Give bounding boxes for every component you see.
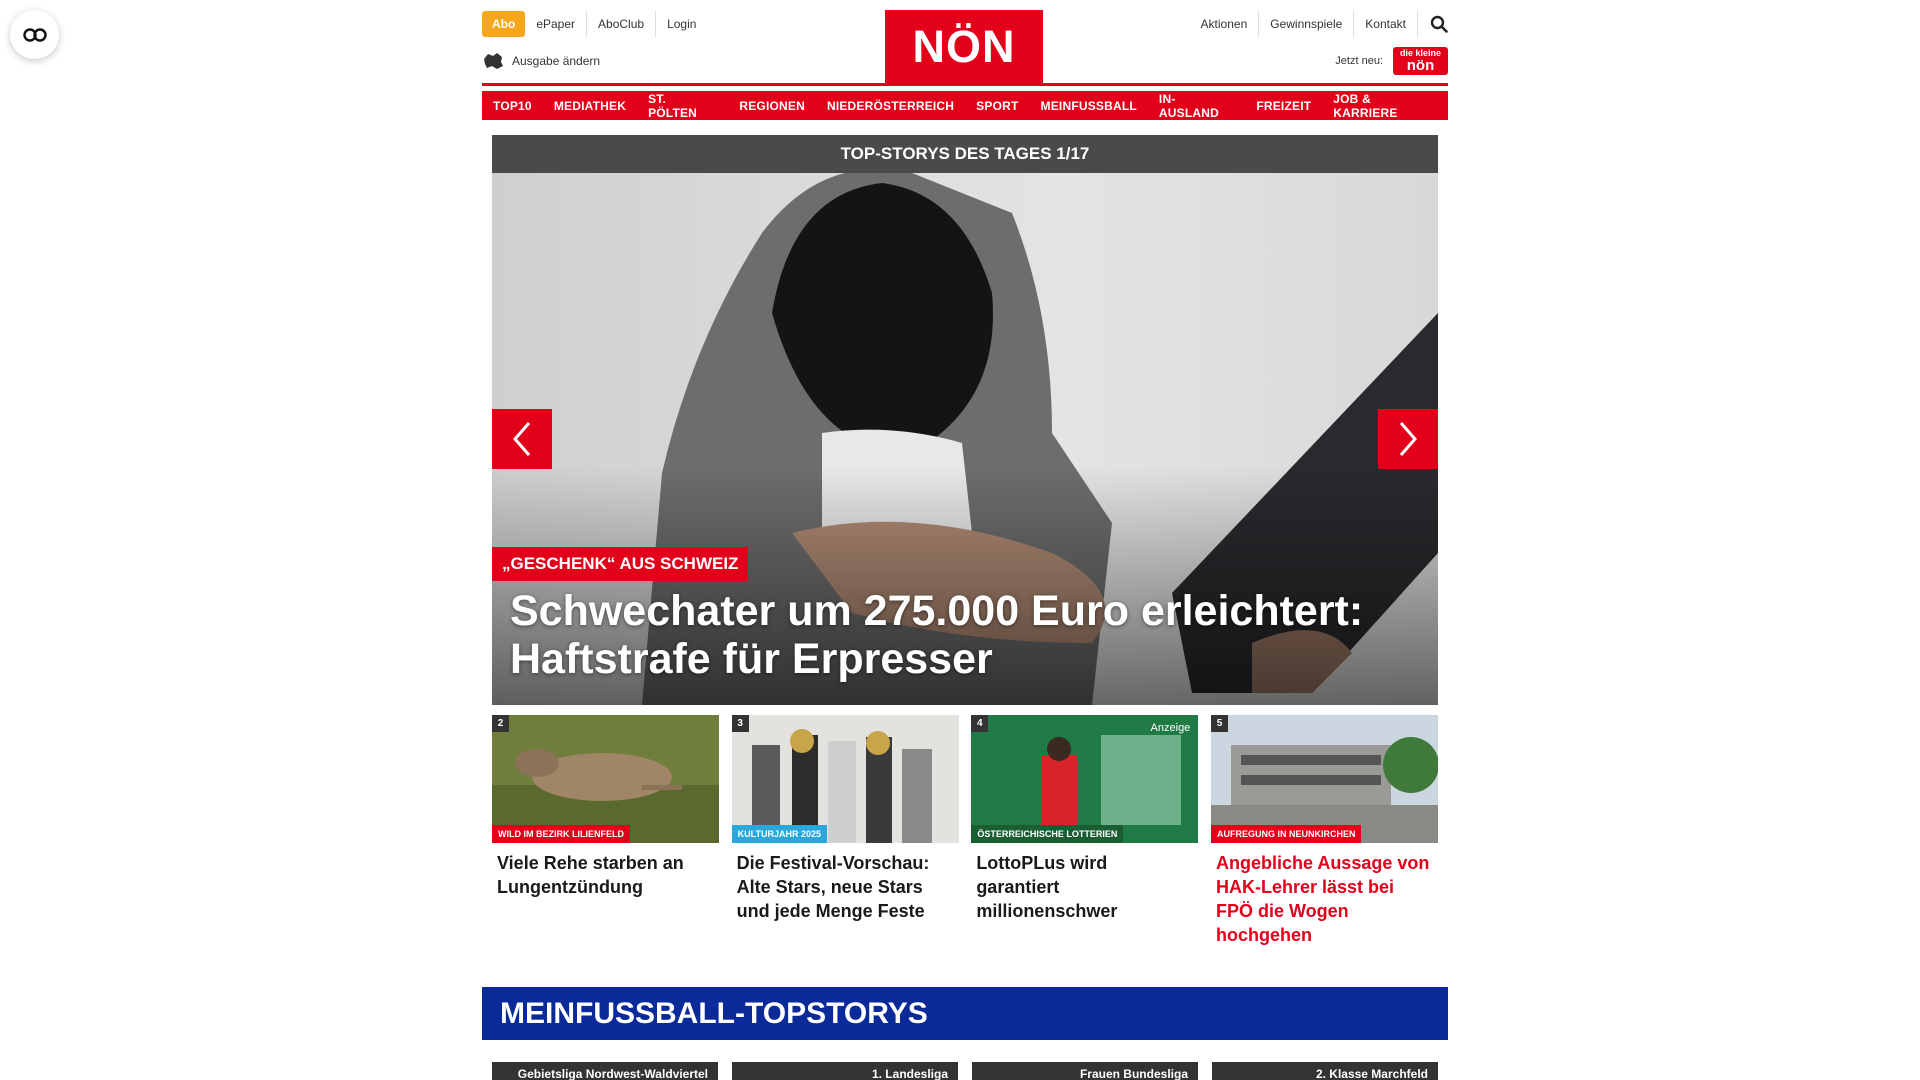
aktionen-link[interactable]: Aktionen <box>1190 11 1260 37</box>
accessibility-toggle-button[interactable] <box>10 10 59 59</box>
hero-headline[interactable]: Schwechater um 275.000 Euro erleichtert:… <box>510 587 1430 683</box>
story-image: 3 Kulturjahr 2025 <box>731 715 959 843</box>
story-title[interactable]: Angebliche Aussage von HAK-Lehrer lässt … <box>1211 843 1438 947</box>
page-wrapper: Abo ePaper AboClub Login Ausgabe ändern … <box>482 0 1448 1080</box>
fussball-cards: Gebietsliga Nordwest-Waldviertel 1. Land… <box>492 1062 1438 1080</box>
story-title[interactable]: LottoPLus wird garantiert millionenschwe… <box>971 843 1198 923</box>
fussball-card[interactable]: Gebietsliga Nordwest-Waldviertel <box>492 1062 718 1080</box>
fussball-card[interactable]: 1. Landesliga <box>732 1062 958 1080</box>
hero-story[interactable]: „Geschenk“ aus Schweiz Schwechater um 27… <box>492 173 1438 705</box>
league-label: Gebietsliga Nordwest-Waldviertel <box>517 1067 708 1080</box>
jetzt-neu-promo[interactable]: Jetzt neu: die kleine nön <box>1335 47 1448 75</box>
site-logo[interactable]: NÖN <box>885 10 1043 83</box>
kontakt-link[interactable]: Kontakt <box>1354 11 1418 37</box>
tab-meinfussball[interactable]: MEINFUSSBALL <box>1029 91 1148 120</box>
tab-sport[interactable]: SPORT <box>965 91 1030 120</box>
story-card[interactable]: 2 Wild im Bezirk Lilienfeld Viele Rehe s… <box>492 715 719 947</box>
login-link[interactable]: Login <box>656 11 707 37</box>
story-title[interactable]: Viele Rehe starben an Lungentzündung <box>492 843 719 899</box>
story-tag: Wild im Bezirk Lilienfeld <box>492 825 630 843</box>
slider-next-button[interactable] <box>1378 409 1438 469</box>
story-tag: Aufregung in Neunkirchen <box>1210 825 1362 843</box>
top-nav-right: Aktionen Gewinnspiele Kontakt <box>1190 11 1448 37</box>
league-label: 2. Klasse Marchfeld <box>1315 1067 1428 1080</box>
header-divider <box>482 83 1448 86</box>
main-nav: TOP10 MEDIATHEK ST. PÖLTEN REGIONEN NIED… <box>482 91 1448 120</box>
story-rank: 3 <box>731 715 749 732</box>
tab-top10[interactable]: TOP10 <box>482 91 543 120</box>
tab-in-ausland[interactable]: IN-AUSLAND <box>1147 91 1246 120</box>
tab-job-karriere[interactable]: JOB & KARRIERE <box>1322 91 1448 120</box>
meinfussball-section-title[interactable]: MEINFUSSBALL-TOPSTORYS <box>482 987 1448 1040</box>
league-label: Frauen Bundesliga <box>1079 1067 1188 1080</box>
story-rank: 5 <box>1210 715 1228 732</box>
tab-mediathek[interactable]: MEDIATHEK <box>542 91 638 120</box>
fussball-card[interactable]: Frauen Bundesliga <box>972 1062 1198 1080</box>
epaper-link[interactable]: ePaper <box>525 11 588 37</box>
glasses-icon <box>22 27 47 42</box>
story-tag: Österreichische Lotterien <box>971 825 1124 843</box>
tab-niederoesterreich[interactable]: NIEDERÖSTERREICH <box>815 91 966 120</box>
tab-freizeit[interactable]: FREIZEIT <box>1245 91 1323 120</box>
story-image: 2 Wild im Bezirk Lilienfeld <box>492 715 719 843</box>
tab-st-poelten[interactable]: ST. PÖLTEN <box>637 91 729 120</box>
aboclub-link[interactable]: AboClub <box>587 11 657 37</box>
slider-prev-button[interactable] <box>492 409 552 469</box>
ausgabe-selector[interactable]: Ausgabe ändern <box>482 52 600 70</box>
top-stories-title: TOP-STORYS DES TAGES 1/17 <box>492 135 1438 173</box>
story-cards: 2 Wild im Bezirk Lilienfeld Viele Rehe s… <box>492 715 1438 947</box>
chevron-left-icon <box>513 422 531 456</box>
search-icon[interactable] <box>1418 15 1448 33</box>
hero-category-tag: „Geschenk“ aus Schweiz <box>492 547 749 581</box>
story-card[interactable]: 4 Anzeige Österreichische Lotterien Lott… <box>971 715 1199 947</box>
kleine-noen-logo: die kleine nön <box>1393 47 1448 75</box>
top-nav-left: Abo ePaper AboClub Login <box>482 11 707 37</box>
region-map-icon <box>484 53 503 69</box>
abo-button[interactable]: Abo <box>482 11 526 37</box>
jetzt-label: Jetzt neu: <box>1335 55 1383 67</box>
story-rank: 2 <box>492 715 509 732</box>
tab-regionen[interactable]: REGIONEN <box>728 91 816 120</box>
story-tag: Kulturjahr 2025 <box>731 825 828 843</box>
story-title[interactable]: Die Festival-Vorschau: Alte Stars, neue … <box>732 843 959 923</box>
fussball-card[interactable]: 2. Klasse Marchfeld <box>1212 1062 1438 1080</box>
story-card[interactable]: 3 Kulturjahr 2025 Die Festival-Vorschau:… <box>731 715 959 947</box>
gewinnspiele-link[interactable]: Gewinnspiele <box>1259 11 1355 37</box>
story-card[interactable]: 5 Aufregung in Neunkirchen Angebliche Au… <box>1210 715 1438 947</box>
ausgabe-label: Ausgabe ändern <box>512 54 601 68</box>
chevron-right-icon <box>1399 422 1417 456</box>
story-image: 4 Anzeige Österreichische Lotterien <box>971 715 1199 843</box>
site-header: Abo ePaper AboClub Login Ausgabe ändern … <box>482 0 1448 86</box>
league-label: 1. Landesliga <box>871 1067 948 1080</box>
story-rank: 4 <box>971 715 989 732</box>
ad-label: Anzeige <box>1150 722 1191 734</box>
story-image: 5 Aufregung in Neunkirchen <box>1210 715 1438 843</box>
